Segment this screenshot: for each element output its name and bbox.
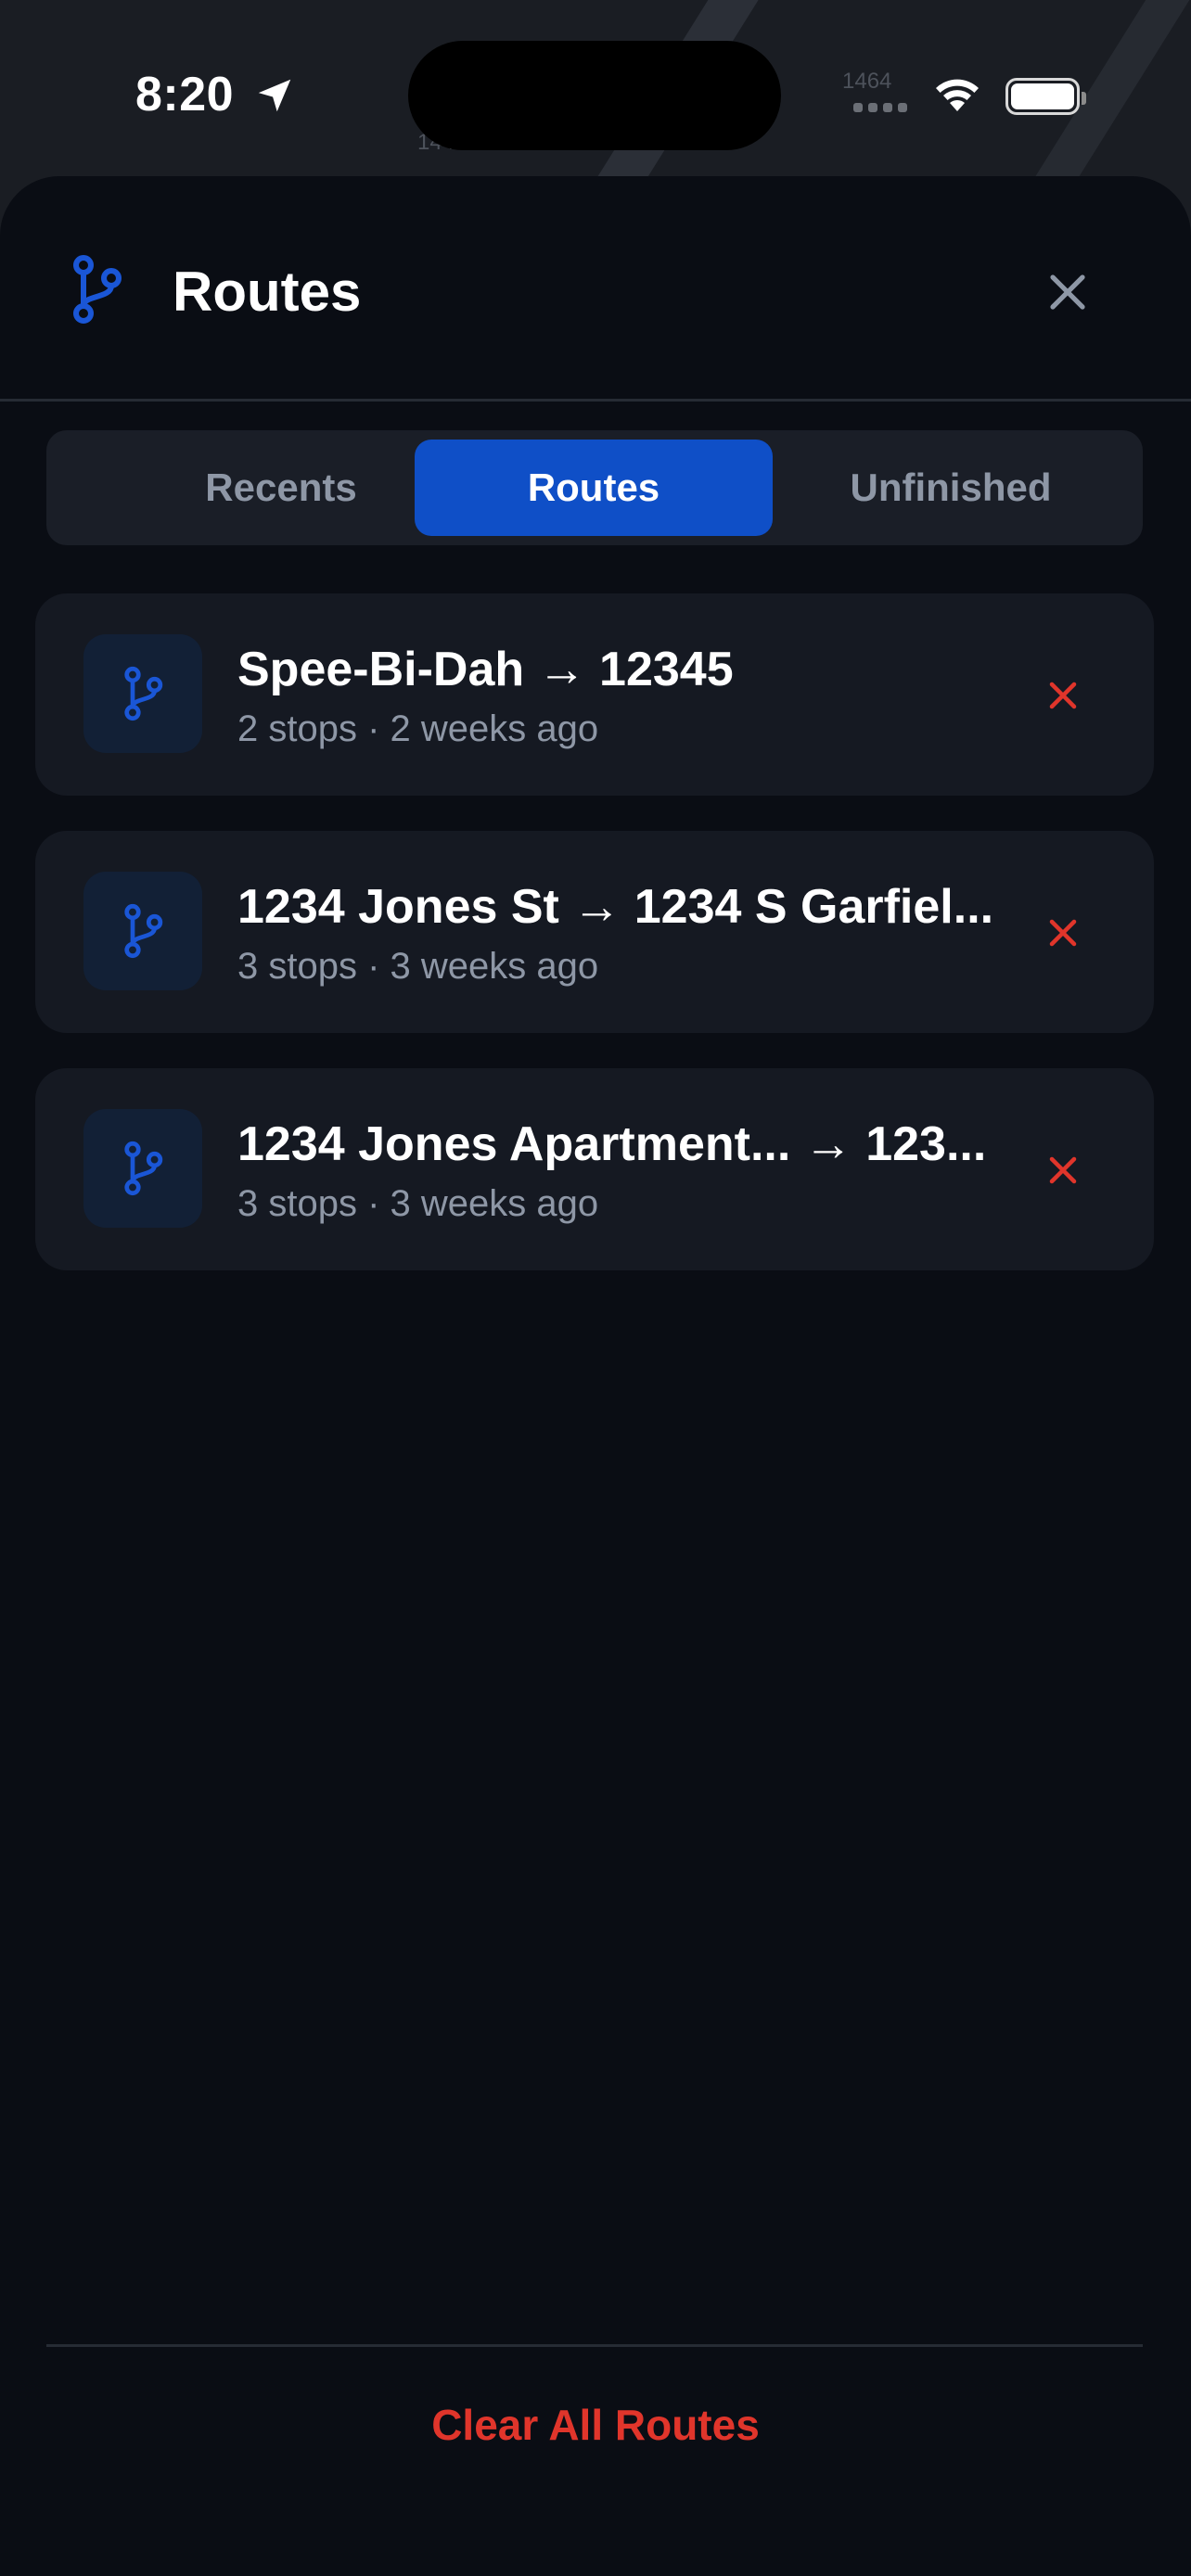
route-list-item[interactable]: Spee-Bi-Dah → 12345 2 stops · 2 weeks ag… bbox=[35, 593, 1154, 796]
sheet-header: Routes bbox=[0, 176, 1191, 399]
battery-full-icon bbox=[1005, 78, 1086, 115]
location-arrow-icon bbox=[258, 79, 291, 112]
route-title: 1234 Jones St → 1234 S Garfiel... bbox=[237, 880, 994, 934]
tab-unfinished[interactable]: Unfinished bbox=[772, 440, 1130, 536]
delete-route-button[interactable] bbox=[1035, 1142, 1091, 1198]
segmented-tabs: Recents Routes Unfinished bbox=[46, 430, 1143, 545]
clear-all-routes-button[interactable]: Clear All Routes bbox=[364, 2383, 827, 2467]
tab-recents[interactable]: Recents bbox=[102, 440, 460, 536]
close-icon bbox=[1049, 1156, 1077, 1184]
close-button[interactable] bbox=[1035, 260, 1100, 325]
status-time: 8:20 bbox=[135, 68, 235, 121]
route-subtitle: 3 stops · 3 weeks ago bbox=[237, 1183, 599, 1224]
route-list-item[interactable]: 1234 Jones St → 1234 S Garfiel... 3 stop… bbox=[35, 831, 1154, 1033]
status-bar: 8:20 bbox=[0, 0, 1191, 176]
route-list-item[interactable]: 1234 Jones Apartment... → 123... 3 stops… bbox=[35, 1068, 1154, 1270]
routes-sheet: Routes Recents Routes Unfinished Spee-Bi… bbox=[0, 176, 1191, 2576]
header-divider bbox=[0, 399, 1191, 402]
app-screen: 1445 1464 8:20 Routes bbox=[0, 0, 1191, 2576]
footer-divider bbox=[46, 2344, 1143, 2347]
route-branch-icon bbox=[73, 255, 122, 324]
route-branch-icon bbox=[124, 666, 163, 721]
cellular-signal-icon bbox=[853, 100, 913, 117]
route-title: Spee-Bi-Dah → 12345 bbox=[237, 643, 734, 696]
route-subtitle: 2 stops · 2 weeks ago bbox=[237, 708, 599, 749]
route-subtitle: 3 stops · 3 weeks ago bbox=[237, 946, 599, 987]
close-icon bbox=[1049, 682, 1077, 709]
close-icon bbox=[1049, 919, 1077, 947]
dynamic-island bbox=[408, 41, 781, 150]
route-title: 1234 Jones Apartment... → 123... bbox=[237, 1117, 987, 1171]
close-icon bbox=[1050, 274, 1085, 310]
delete-route-button[interactable] bbox=[1035, 668, 1091, 723]
route-icon-box bbox=[83, 634, 202, 753]
tab-routes[interactable]: Routes bbox=[415, 440, 773, 536]
wifi-icon bbox=[936, 79, 979, 111]
route-icon-box bbox=[83, 872, 202, 990]
route-branch-icon bbox=[124, 1141, 163, 1196]
route-branch-icon bbox=[124, 903, 163, 959]
route-icon-box bbox=[83, 1109, 202, 1228]
page-title: Routes bbox=[173, 261, 362, 323]
delete-route-button[interactable] bbox=[1035, 905, 1091, 961]
